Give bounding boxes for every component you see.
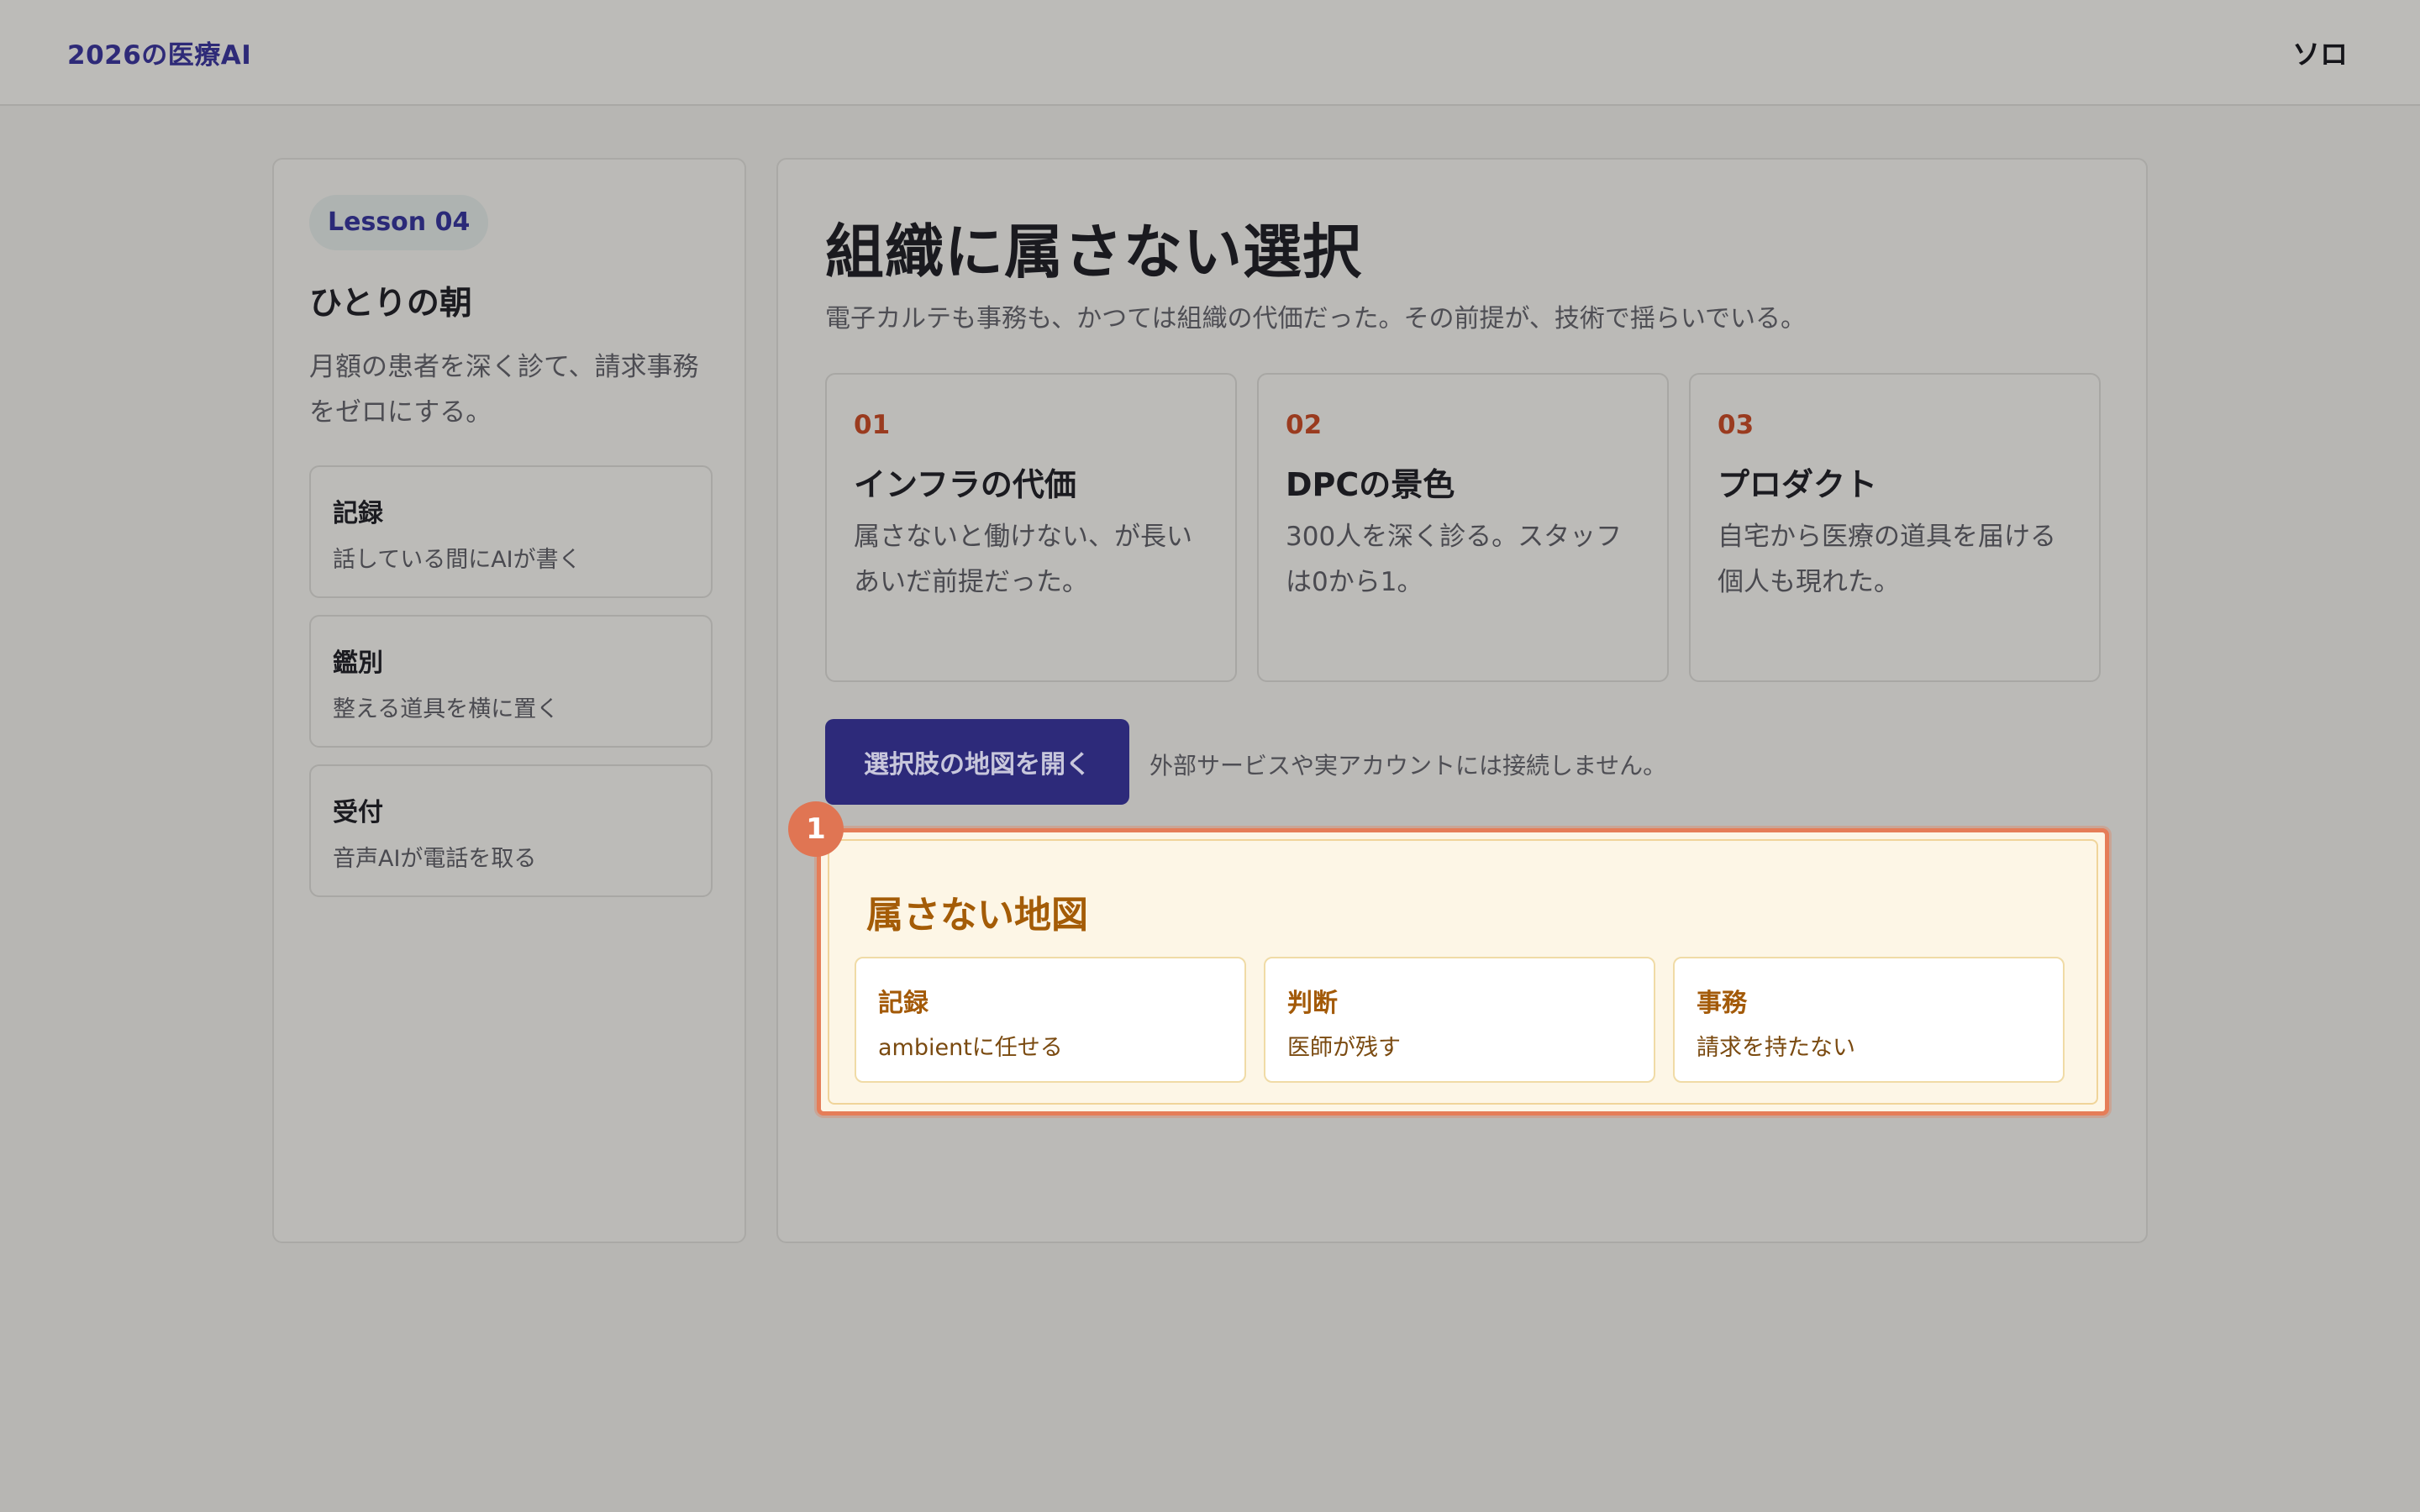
- card-desc: 属さないと働けない、が長いあいだ前提だった。: [854, 522, 1192, 597]
- card-desc: 300人を深く診る。スタッフは0から1。: [1286, 522, 1623, 597]
- sidebar-item-title: 記録: [333, 499, 383, 528]
- map-item-admin: 事務 請求を持たない: [1673, 957, 2065, 1083]
- map-item-desc: ambientに任せる: [878, 1035, 1063, 1061]
- lesson-description: 月額の患者を深く診て、請求事務をゼロにする。: [309, 352, 699, 428]
- top-bar: 2026の医療AI ソロ: [0, 0, 2420, 106]
- page-title: 組織に属さない選択: [825, 218, 1362, 286]
- sidebar-item-desc: 音声AIが電話を取る: [333, 846, 537, 872]
- brand-logo[interactable]: 2026の医療AI: [67, 34, 251, 71]
- choice-map-panel: 属さない地図 記録 ambientに任せる 判断 医師が残す 事務 請求を持たな…: [817, 828, 2109, 1116]
- sidebar-item-title: 受付: [333, 798, 383, 827]
- sidebar-item-desc: 話している間にAIが書く: [333, 547, 581, 573]
- step-badge: 1: [788, 801, 844, 857]
- info-card: 02 DPCの景色 300人を深く診る。スタッフは0から1。: [1257, 373, 1669, 682]
- map-item-title: 判断: [1287, 989, 1338, 1018]
- sidebar-item-record[interactable]: 記録 話している間にAIが書く: [309, 465, 713, 598]
- lesson-badge: Lesson 04: [309, 195, 489, 250]
- card-number: 01: [854, 410, 891, 440]
- map-item-judgment: 判断 医師が残す: [1264, 957, 1655, 1083]
- map-title: 属さない地図: [866, 894, 1088, 937]
- lesson-sidebar: Lesson 04 ひとりの朝 月額の患者を深く診て、請求事務をゼロにする。 記…: [272, 158, 746, 1243]
- choice-map-inner: 属さない地図 記録 ambientに任せる 判断 医師が残す 事務 請求を持たな…: [828, 839, 2098, 1105]
- card-title: プロダクト: [1718, 466, 1878, 503]
- info-card: 03 プロダクト 自宅から医療の道具を届ける個人も現れた。: [1689, 373, 2101, 682]
- sidebar-item-reception[interactable]: 受付 音声AIが電話を取る: [309, 764, 713, 897]
- card-desc: 自宅から医療の道具を届ける個人も現れた。: [1718, 522, 2056, 597]
- open-map-button[interactable]: 選択肢の地図を開く: [825, 719, 1129, 805]
- info-card: 01 インフラの代価 属さないと働けない、が長いあいだ前提だった。: [825, 373, 1237, 682]
- mode-label[interactable]: ソロ: [2292, 32, 2348, 72]
- sidebar-item-title: 鑑別: [333, 648, 383, 678]
- card-title: DPCの景色: [1286, 466, 1455, 503]
- card-title: インフラの代価: [854, 466, 1076, 503]
- sidebar-item-differential[interactable]: 鑑別 整える道具を横に置く: [309, 615, 713, 748]
- map-item-record: 記録 ambientに任せる: [855, 957, 1246, 1083]
- card-number: 02: [1286, 410, 1323, 440]
- disclaimer-note: 外部サービスや実アカウントには接続しません。: [1150, 752, 1667, 780]
- page-subtitle: 電子カルテも事務も、かつては組織の代価だった。その前提が、技術で揺らいでいる。: [825, 304, 1806, 333]
- sidebar-item-desc: 整える道具を横に置く: [333, 696, 560, 722]
- map-item-desc: 請求を持たない: [1697, 1035, 1855, 1061]
- card-number: 03: [1718, 410, 1754, 440]
- map-item-title: 事務: [1697, 989, 1747, 1018]
- map-item-desc: 医師が残す: [1287, 1035, 1401, 1061]
- map-item-title: 記録: [878, 989, 929, 1018]
- lesson-title: ひとりの朝: [309, 285, 472, 323]
